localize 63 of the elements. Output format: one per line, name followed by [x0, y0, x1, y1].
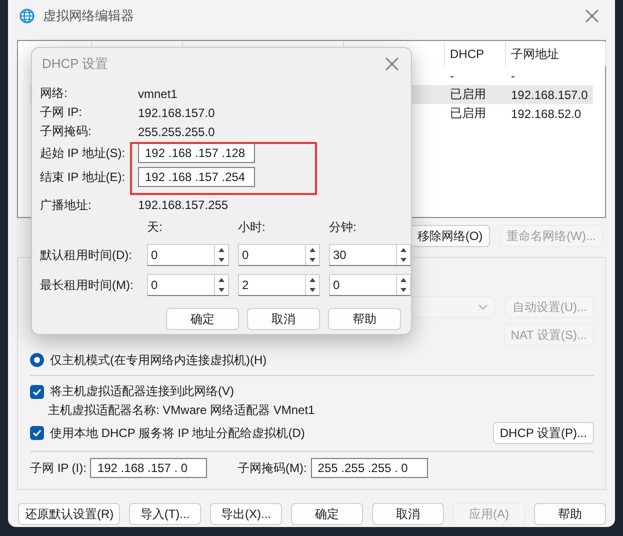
checkbox[interactable] — [30, 384, 44, 398]
footer-button[interactable]: 导入(T)... — [129, 503, 201, 525]
spin-field[interactable]: 2 — [238, 274, 320, 296]
field-label: 子网 IP: — [40, 104, 84, 121]
spin-field[interactable]: 0 — [329, 274, 411, 296]
table-cell-text: - — [510, 68, 516, 82]
table-cell-text: - — [449, 68, 455, 82]
globe-icon — [19, 8, 35, 24]
field-label: 子网掩码: — [40, 123, 92, 140]
field-label: 子网掩码(M): — [237, 460, 307, 476]
column-label: 天: — [147, 219, 164, 236]
checkbox[interactable] — [30, 426, 44, 440]
close-icon — [384, 56, 400, 72]
value-text: vmnet1 — [138, 86, 178, 100]
spin-field[interactable]: 0 — [147, 244, 229, 266]
field-label: 结束 IP 地址(E): — [40, 168, 126, 186]
column-label: 小时: — [238, 219, 266, 236]
field-label: 网络: — [40, 85, 68, 102]
footer-button[interactable]: 还原默认设置(R) — [18, 503, 120, 525]
dialog-button[interactable]: 取消 — [247, 308, 320, 330]
checkbox-label: 使用本地 DHCP 服务将 IP 地址分配给虚拟机(D) — [50, 424, 306, 442]
field-label: 广播地址: — [40, 196, 92, 214]
footer-button[interactable]: 取消 — [372, 503, 444, 525]
input-field[interactable]: 255 .255 .255 . 0 — [310, 458, 428, 478]
dialog-button[interactable]: 帮助 — [328, 308, 401, 330]
ip-address-field[interactable]: 192 .168 .157 .254 — [138, 167, 255, 187]
value-text: 192.168.157.255 — [138, 198, 230, 212]
value-text: 192.168.157.0 — [138, 106, 216, 120]
check-icon — [32, 386, 42, 396]
column-header[interactable]: DHCP — [445, 42, 506, 66]
field-label: 最长租用时间(M): — [40, 276, 134, 294]
adapter-name-text: 主机虚拟适配器名称: VMware 网络适配器 VMnet1 — [48, 402, 315, 419]
close-button[interactable] — [584, 8, 600, 24]
close-icon — [584, 8, 600, 24]
column-label: 分钟: — [329, 219, 358, 236]
table-cell-text: 已启用 — [449, 105, 487, 122]
spin-field[interactable]: 0 — [147, 274, 229, 296]
radio-label: 仅主机模式(在专用网络内连接虚拟机)(H) — [50, 352, 267, 368]
spin-field[interactable]: 0 — [238, 244, 320, 266]
window-title: 虚拟网络编辑器 — [43, 7, 135, 25]
dhcp-settings-button[interactable]: DHCP 设置(P)... — [492, 422, 594, 444]
footer-button[interactable]: 确定 — [291, 503, 363, 525]
column-header[interactable]: 子网地址 — [506, 42, 606, 66]
close-button[interactable] — [384, 56, 400, 72]
ip-address-field[interactable]: 192 .168 .157 .128 — [138, 143, 255, 163]
field-label: 默认租用时间(D): — [40, 246, 133, 264]
radio-button[interactable] — [30, 353, 44, 367]
table-cell-text: 已启用 — [449, 86, 487, 103]
footer-button[interactable]: 导出(X)... — [210, 503, 282, 525]
input-field[interactable]: 192 .168 .157 . 0 — [90, 458, 208, 478]
footer-button[interactable]: 帮助 — [534, 503, 606, 525]
field-label: 起始 IP 地址(S): — [40, 144, 126, 162]
network-button[interactable]: 移除网络(O) — [410, 225, 490, 247]
table-cell-text: 192.168.52.0 — [510, 106, 582, 120]
spin-field[interactable]: 30 — [329, 244, 411, 266]
checkbox-label: 将主机虚拟适配器连接到此网络(V) — [50, 383, 234, 400]
check-icon — [32, 428, 42, 438]
value-text: 255.255.255.0 — [138, 124, 216, 138]
dialog-button[interactable]: 确定 — [166, 308, 239, 330]
field-label: 子网 IP (I): — [30, 460, 86, 476]
chevron-down-icon — [478, 304, 488, 310]
dialog-title: DHCP 设置 — [42, 55, 110, 73]
table-cell-text: 192.168.157.0 — [510, 88, 589, 102]
